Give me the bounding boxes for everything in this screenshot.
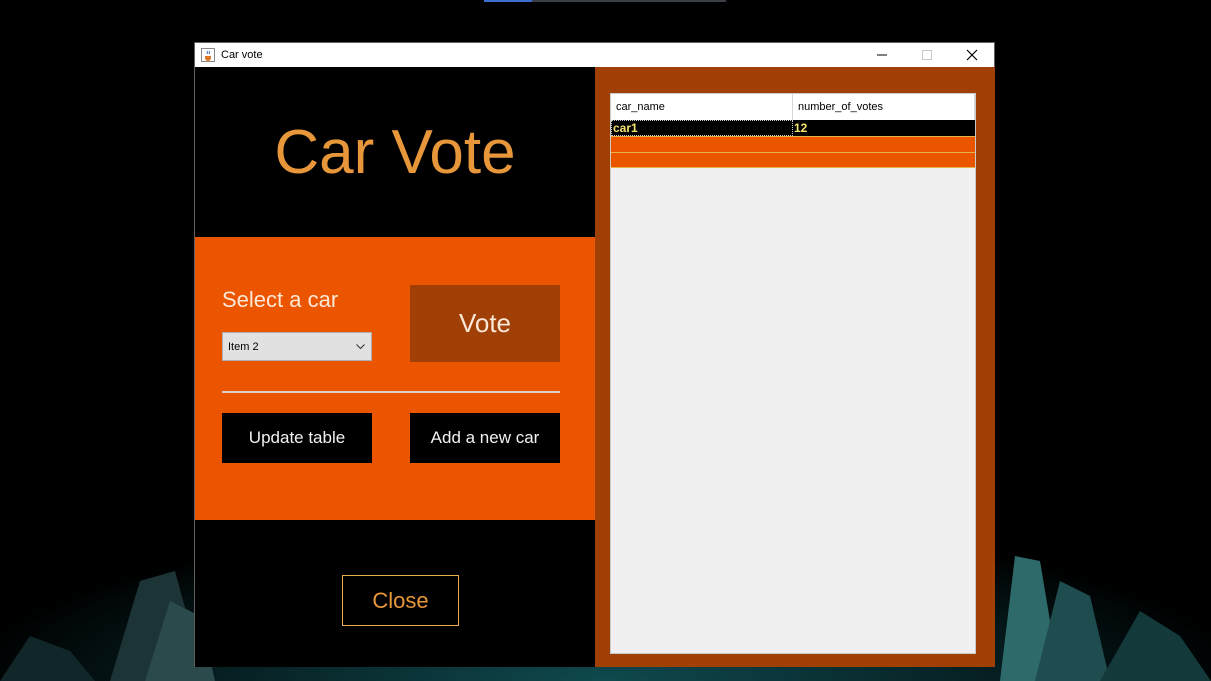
vote-button[interactable]: Vote [410,285,560,362]
column-header-votes[interactable]: number_of_votes [793,94,975,120]
chevron-down-icon [349,343,371,350]
votes-table[interactable]: car_name number_of_votes car1 12 [610,93,976,654]
java-cup-icon [201,48,215,62]
cell-votes[interactable]: 12 [793,120,975,136]
minimize-icon [876,54,887,56]
add-car-button[interactable]: Add a new car [410,413,560,463]
table-row[interactable]: car1 12 [611,120,975,136]
window-title: Car vote [221,49,263,61]
title-bar: Car vote [195,43,994,67]
maximize-button[interactable] [904,43,949,67]
taskbar-strip [484,0,726,2]
window-controls [859,43,994,67]
close-icon [966,49,977,61]
cell-car-name[interactable]: car1 [611,120,793,136]
select-car-label: Select a car [222,287,339,312]
app-heading: Car Vote [274,117,516,187]
car-select-combobox[interactable]: Item 2 [222,332,372,361]
panel-divider [222,391,560,393]
close-window-button[interactable] [949,43,994,67]
minimize-button[interactable] [859,43,904,67]
app-window: Car vote Car Vote Select a car Item 2 Vo… [194,42,995,667]
table-header: car_name number_of_votes [611,94,975,121]
left-pane: Car Vote Select a car Item 2 Vote Update… [195,67,595,667]
empty-table-rows [611,136,975,168]
close-button[interactable]: Close [342,575,459,626]
maximize-icon [921,50,932,60]
column-header-car-name[interactable]: car_name [611,94,793,120]
combo-value: Item 2 [228,340,259,353]
update-table-button[interactable]: Update table [222,413,372,463]
right-pane: car_name number_of_votes car1 12 [595,67,995,667]
vote-panel: Select a car Item 2 Vote Update table Ad… [195,237,595,520]
